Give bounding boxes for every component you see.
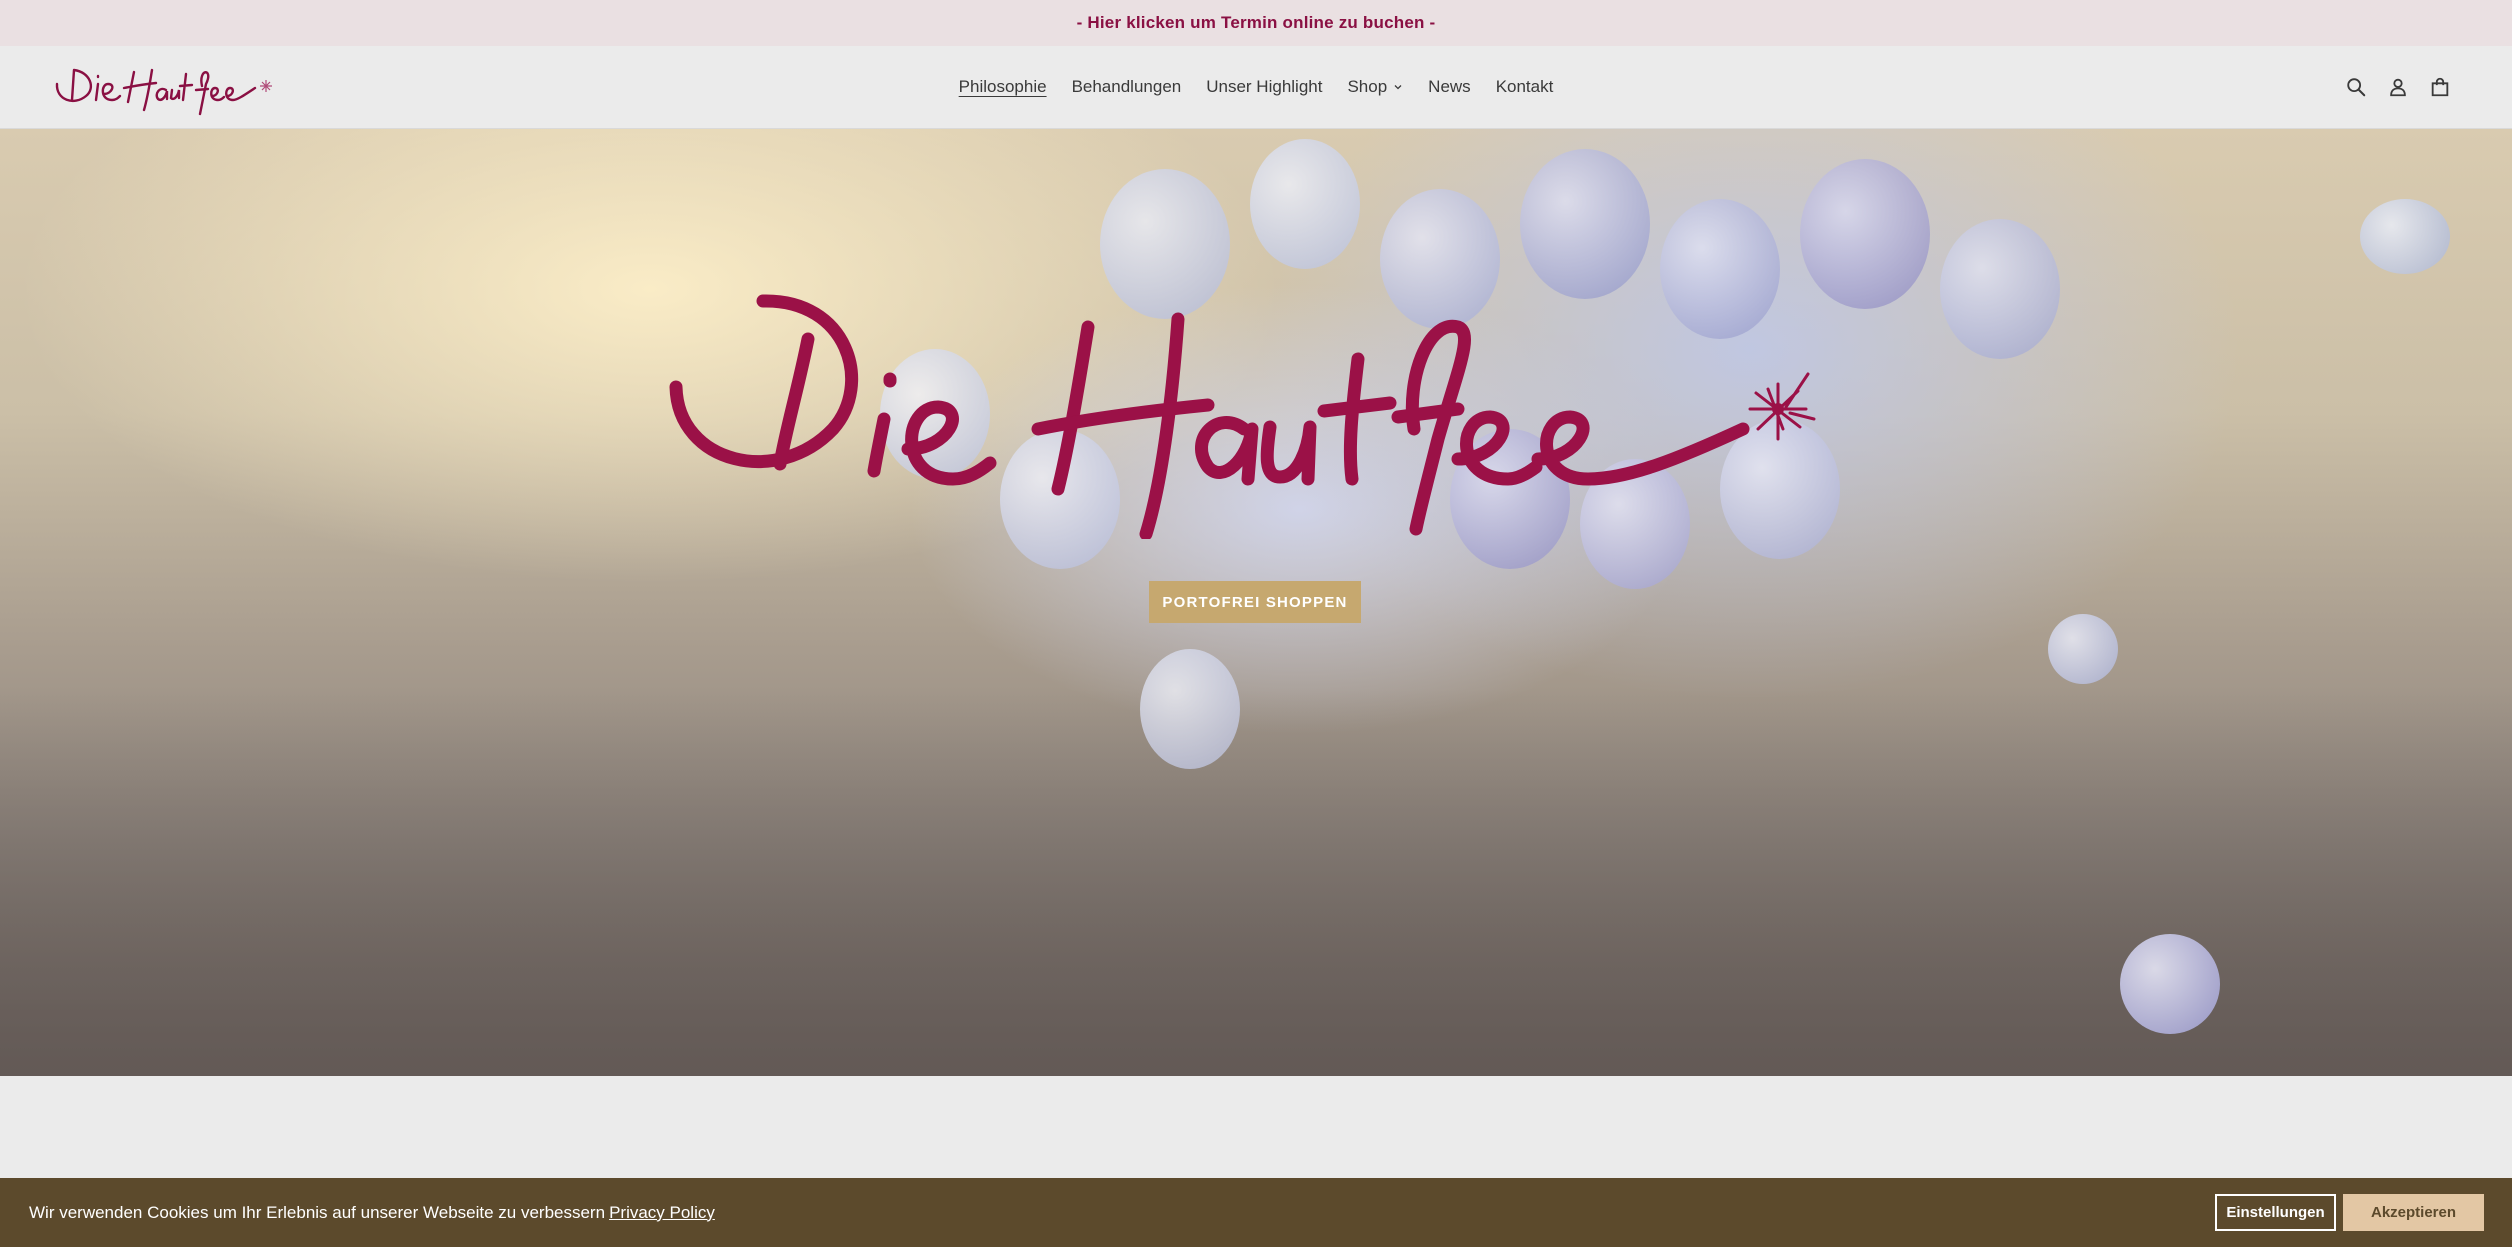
chevron-down-icon	[1394, 85, 1402, 90]
cookie-banner: Wir verwenden Cookies um Ihr Erlebnis au…	[0, 1178, 2512, 1247]
announcement-link[interactable]: - Hier klicken um Termin online zu buche…	[1077, 13, 1436, 33]
privacy-policy-link[interactable]: Privacy Policy	[609, 1203, 715, 1222]
hero-banner: PORTOFREI SHOPPEN	[0, 129, 2512, 1076]
cookie-message: Wir verwenden Cookies um Ihr Erlebnis au…	[29, 1202, 715, 1222]
cookie-settings-button[interactable]: Einstellungen	[2215, 1194, 2336, 1231]
nav-item-behandlungen[interactable]: Behandlungen	[1072, 77, 1182, 97]
nav-item-philosophie[interactable]: Philosophie	[959, 77, 1047, 97]
header-icons	[2344, 46, 2452, 128]
nav-item-unser-highlight[interactable]: Unser Highlight	[1206, 77, 1322, 97]
account-icon[interactable]	[2386, 75, 2410, 99]
nav-item-news[interactable]: News	[1428, 77, 1471, 97]
hero-logo	[669, 294, 1816, 539]
nav-item-kontakt[interactable]: Kontakt	[1496, 77, 1554, 97]
search-icon[interactable]	[2344, 75, 2368, 99]
cookie-accept-button[interactable]: Akzeptieren	[2343, 1194, 2484, 1231]
main-nav: Philosophie Behandlungen Unser Highlight…	[0, 46, 2512, 128]
shop-free-shipping-button[interactable]: PORTOFREI SHOPPEN	[1149, 581, 1361, 623]
nav-item-shop[interactable]: Shop	[1347, 77, 1403, 97]
cart-icon[interactable]	[2428, 75, 2452, 99]
announcement-bar: - Hier klicken um Termin online zu buche…	[0, 0, 2512, 46]
site-header: Philosophie Behandlungen Unser Highlight…	[0, 46, 2512, 129]
